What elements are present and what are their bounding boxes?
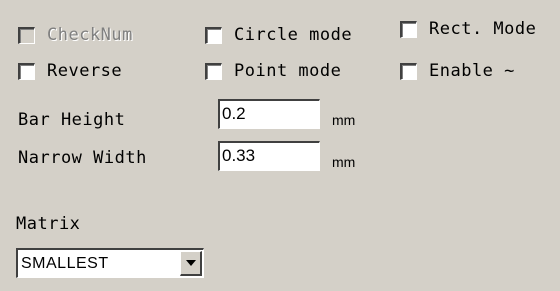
enable-checkbox[interactable]: Enable ~ — [400, 58, 515, 84]
chevron-down-icon — [185, 260, 196, 266]
point-mode-label: Point mode — [234, 61, 342, 81]
reverse-checkbox[interactable]: Reverse — [18, 58, 122, 84]
bar-height-unit: mm — [332, 112, 356, 128]
narrow-width-label: Narrow Width — [18, 148, 147, 168]
checknum-label: CheckNum — [47, 25, 133, 45]
point-mode-checkbox[interactable]: Point mode — [205, 58, 341, 84]
checknum-checkbox: CheckNum — [18, 22, 133, 48]
bar-height-label: Bar Height — [18, 110, 126, 130]
dropdown-button[interactable] — [180, 251, 202, 276]
rect-mode-checkbox[interactable]: Rect. Mode — [400, 16, 536, 42]
circle-mode-label: Circle mode — [234, 25, 353, 45]
reverse-checkbox-box[interactable] — [18, 62, 35, 80]
matrix-label: Matrix — [16, 214, 81, 234]
circle-mode-checkbox[interactable]: Circle mode — [205, 22, 352, 48]
enable-checkbox-box[interactable] — [400, 62, 417, 80]
narrow-width-input[interactable]: 0.33 — [218, 141, 320, 171]
matrix-select[interactable]: SMALLEST — [16, 248, 204, 278]
matrix-selected-value: SMALLEST — [21, 255, 109, 272]
bar-height-input[interactable]: 0.2 — [218, 99, 320, 129]
circle-mode-checkbox-box[interactable] — [205, 26, 222, 44]
reverse-label: Reverse — [47, 61, 123, 81]
enable-label: Enable ~ — [429, 61, 515, 81]
narrow-width-unit: mm — [332, 154, 356, 170]
rect-mode-label: Rect. Mode — [429, 19, 537, 39]
rect-mode-checkbox-box[interactable] — [400, 20, 417, 38]
checknum-checkbox-box — [18, 26, 35, 44]
point-mode-checkbox-box[interactable] — [205, 62, 222, 80]
